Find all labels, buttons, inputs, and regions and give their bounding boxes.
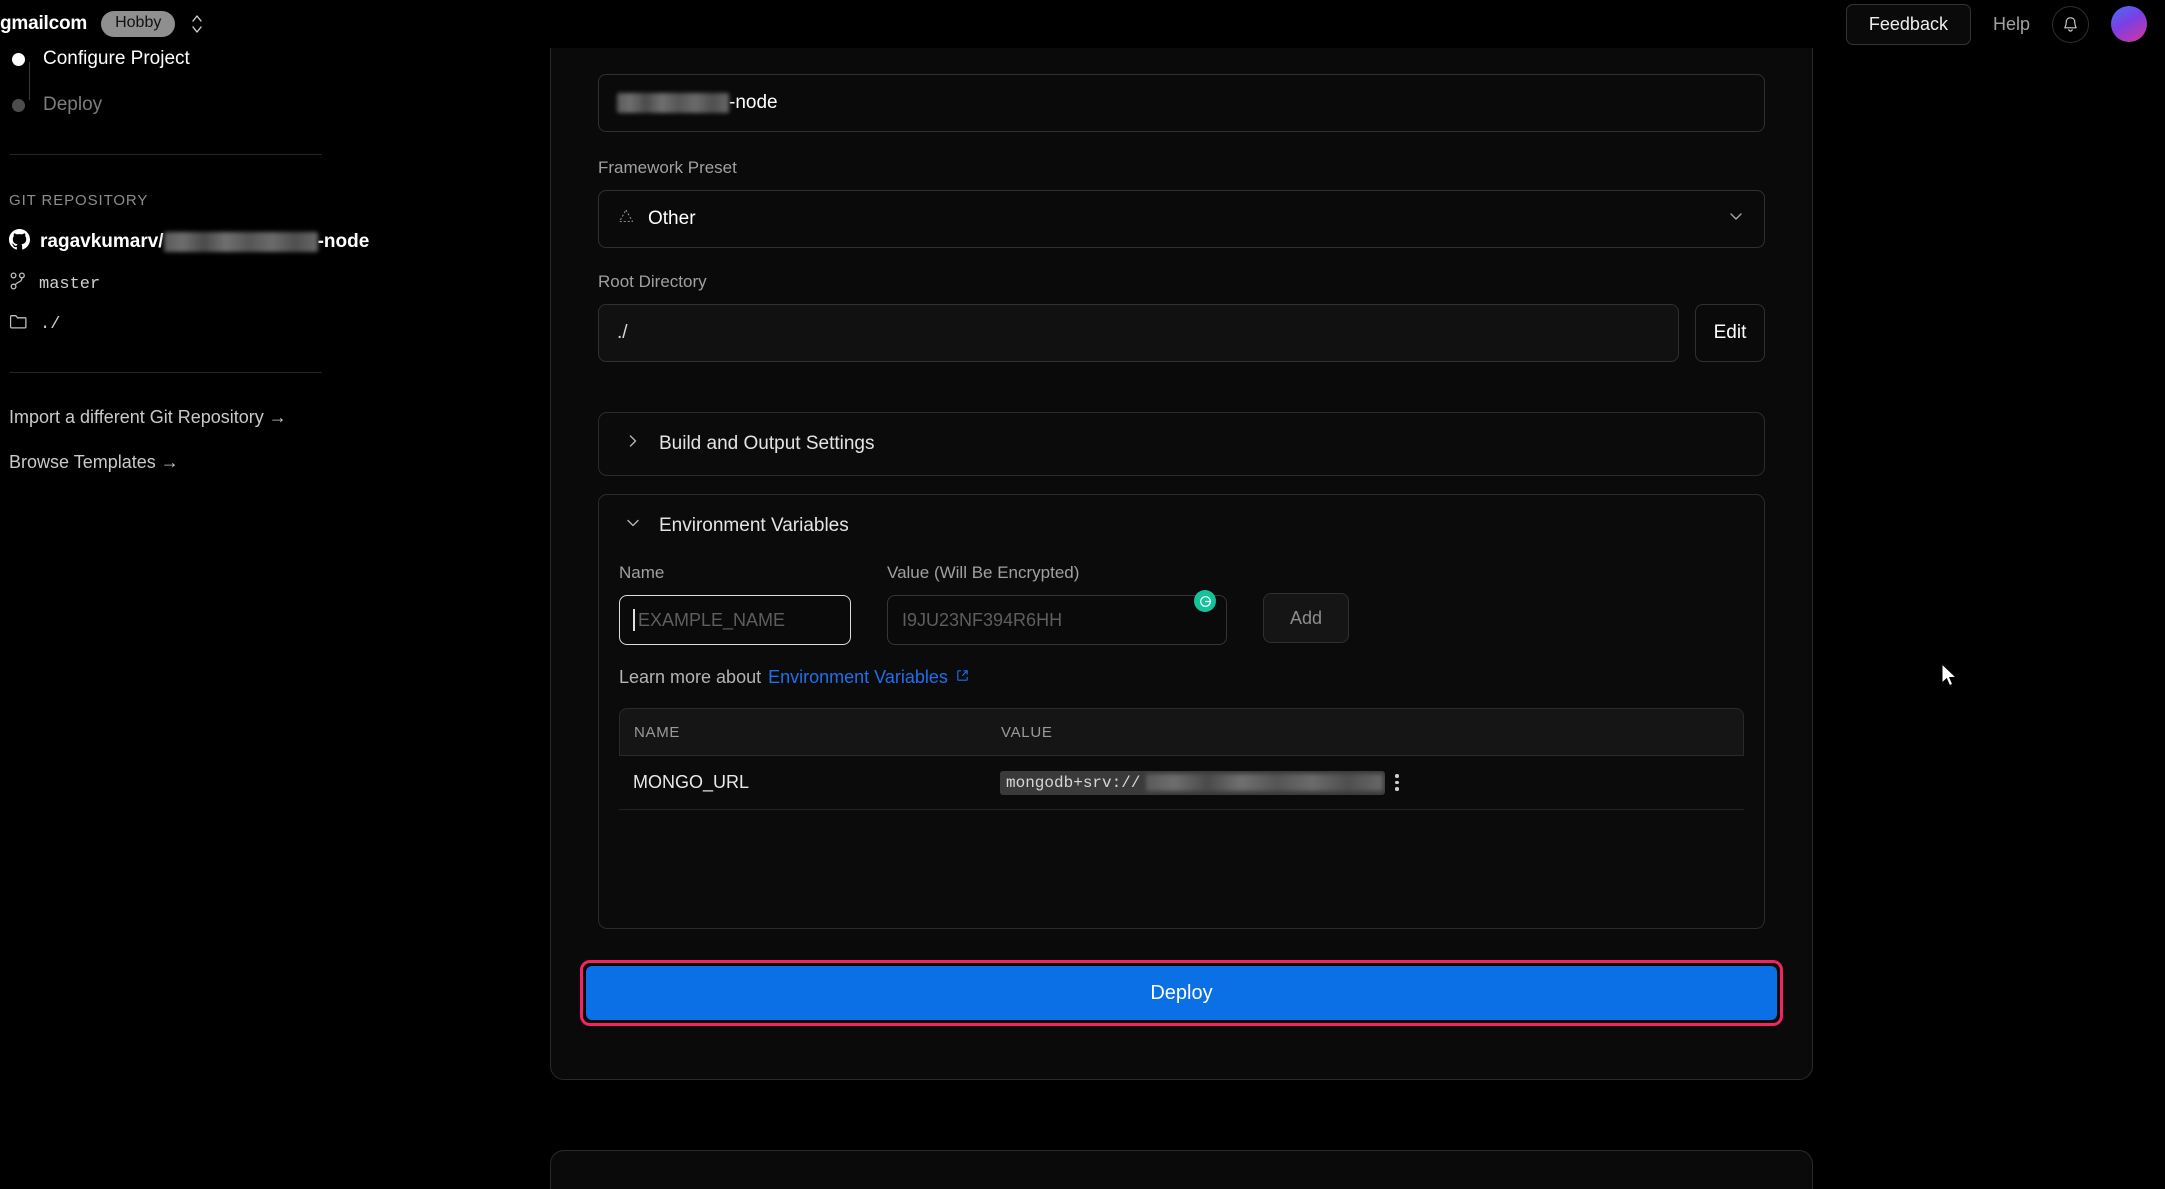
team-name[interactable]: gmailcom <box>0 13 87 35</box>
help-link[interactable]: Help <box>1993 14 2030 35</box>
top-header: gmailcom Hobby Feedback Help <box>0 0 2165 48</box>
chevron-down-icon <box>1726 206 1746 232</box>
build-and-output-settings-label: Build and Output Settings <box>659 433 875 454</box>
deploy-highlight-outline: Deploy <box>580 960 1783 1026</box>
deploy-button[interactable]: Deploy <box>586 966 1777 1020</box>
next-section-card <box>550 1150 1813 1189</box>
framework-preset-select[interactable]: Other <box>598 190 1765 248</box>
text-caret <box>633 609 635 631</box>
env-value-input[interactable]: I9JU23NF394R6HH <box>887 590 1227 645</box>
folder-icon <box>9 313 28 336</box>
other-framework-icon <box>617 208 635 230</box>
header-left-group: gmailcom Hobby <box>0 11 205 37</box>
project-name-input[interactable]: -node <box>598 74 1765 132</box>
env-value-placeholder: I9JU23NF394R6HH <box>902 609 1063 630</box>
learn-more-row: Learn more about Environment Variables <box>619 667 1764 688</box>
env-var-value-chip: mongodb+srv:// <box>1000 770 1385 795</box>
git-branch-icon <box>9 271 27 297</box>
framework-preset-group: Framework Preset Other <box>598 158 1765 248</box>
bell-icon[interactable] <box>2052 5 2089 43</box>
env-name-placeholder: EXAMPLE_NAME <box>638 609 786 630</box>
env-name-input[interactable]: EXAMPLE_NAME <box>619 595 851 645</box>
repo-name-suffix-text: -node <box>317 231 370 252</box>
plan-badge[interactable]: Hobby <box>101 11 176 37</box>
repo-owner-text: ragavkumarv/ <box>40 231 164 252</box>
kebab-menu-icon[interactable] <box>1395 774 1399 791</box>
column-header-value: VALUE <box>1001 723 1053 741</box>
edit-root-directory-button[interactable]: Edit <box>1695 304 1765 362</box>
directory-path: ./ <box>40 315 61 334</box>
branch-row: master <box>9 271 400 297</box>
environment-variables-label: Environment Variables <box>659 515 849 536</box>
project-name-field-group: -node <box>598 74 1765 132</box>
header-right-group: Feedback Help <box>1845 3 2165 45</box>
table-row: MONGO_URL mongodb+srv:// <box>619 756 1744 810</box>
env-vars-table-header: NAME VALUE <box>619 708 1744 756</box>
directory-row: ./ <box>9 313 400 336</box>
environment-variables-doc-link[interactable]: Environment Variables <box>768 667 948 688</box>
import-different-repo-link[interactable]: Import a different Git Repository → <box>9 407 400 428</box>
learn-more-prefix: Learn more about <box>619 667 762 687</box>
column-header-name: NAME <box>634 723 681 741</box>
chevron-down-icon <box>625 515 641 537</box>
branch-name: master <box>39 274 101 294</box>
environment-variables-header[interactable]: Environment Variables <box>599 495 1764 557</box>
redacted-repo-name <box>163 232 318 252</box>
environment-variables-card: Environment Variables Name EXAMPLE_NAME … <box>598 494 1765 929</box>
add-env-var-button[interactable]: Add <box>1263 593 1349 643</box>
env-var-name-cell: MONGO_URL <box>633 772 750 792</box>
root-directory-input[interactable]: ./ <box>598 304 1679 362</box>
feedback-button[interactable]: Feedback <box>1845 3 1971 45</box>
browse-templates-link[interactable]: Browse Templates → <box>9 452 400 473</box>
framework-preset-label: Framework Preset <box>598 158 737 177</box>
step-dot-active-icon <box>12 52 25 66</box>
progress-steps: Configure Project Deploy <box>0 36 400 128</box>
github-icon <box>9 229 30 255</box>
step-dot-inactive-icon <box>12 98 25 112</box>
build-and-output-settings-header[interactable]: Build and Output Settings <box>599 413 1764 475</box>
git-repository-section-title: GIT REPOSITORY <box>9 192 149 209</box>
repo-row: ragavkumarv/ -node <box>9 229 400 255</box>
env-var-value-prefix: mongodb+srv:// <box>1006 773 1141 792</box>
build-and-output-settings-card[interactable]: Build and Output Settings <box>598 412 1765 476</box>
mouse-pointer-icon <box>1940 662 1960 694</box>
repo-name[interactable]: ragavkumarv/ -node <box>40 231 369 253</box>
deploy-button-group: Deploy <box>580 960 1783 1026</box>
env-name-column: Name EXAMPLE_NAME <box>619 563 851 645</box>
project-name-suffix-text: -node <box>729 92 778 113</box>
sidebar-links: Import a different Git Repository → Brow… <box>0 407 400 473</box>
env-value-label: Value (Will Be Encrypted) <box>887 563 1080 582</box>
chevron-right-icon <box>625 433 641 455</box>
grammarly-icon[interactable] <box>1194 590 1216 612</box>
sidebar-divider-2 <box>10 372 322 373</box>
env-var-value-cell: mongodb+srv:// <box>1000 770 1744 795</box>
chevron-up-down-icon[interactable] <box>189 11 205 37</box>
env-var-entry-row: Name EXAMPLE_NAME Value (Will Be Encrypt… <box>599 563 1764 645</box>
redacted-env-var-value <box>1146 774 1383 791</box>
avatar[interactable] <box>2111 6 2147 42</box>
step-label: Configure Project <box>43 48 190 69</box>
root-directory-label: Root Directory <box>598 272 707 291</box>
env-name-label: Name <box>619 563 665 582</box>
step-label: Deploy <box>43 94 103 115</box>
external-link-icon[interactable] <box>955 667 970 688</box>
sidebar: Configure Project Deploy GIT REPOSITORY … <box>0 36 400 497</box>
env-value-column: Value (Will Be Encrypted) I9JU23NF394R6H… <box>887 563 1227 645</box>
root-directory-group: Root Directory ./ Edit <box>598 272 1765 362</box>
sidebar-divider <box>10 154 322 155</box>
redacted-project-name <box>617 93 729 113</box>
framework-preset-value: Other <box>648 208 696 229</box>
sidebar-step-deploy[interactable]: Deploy <box>10 82 400 128</box>
